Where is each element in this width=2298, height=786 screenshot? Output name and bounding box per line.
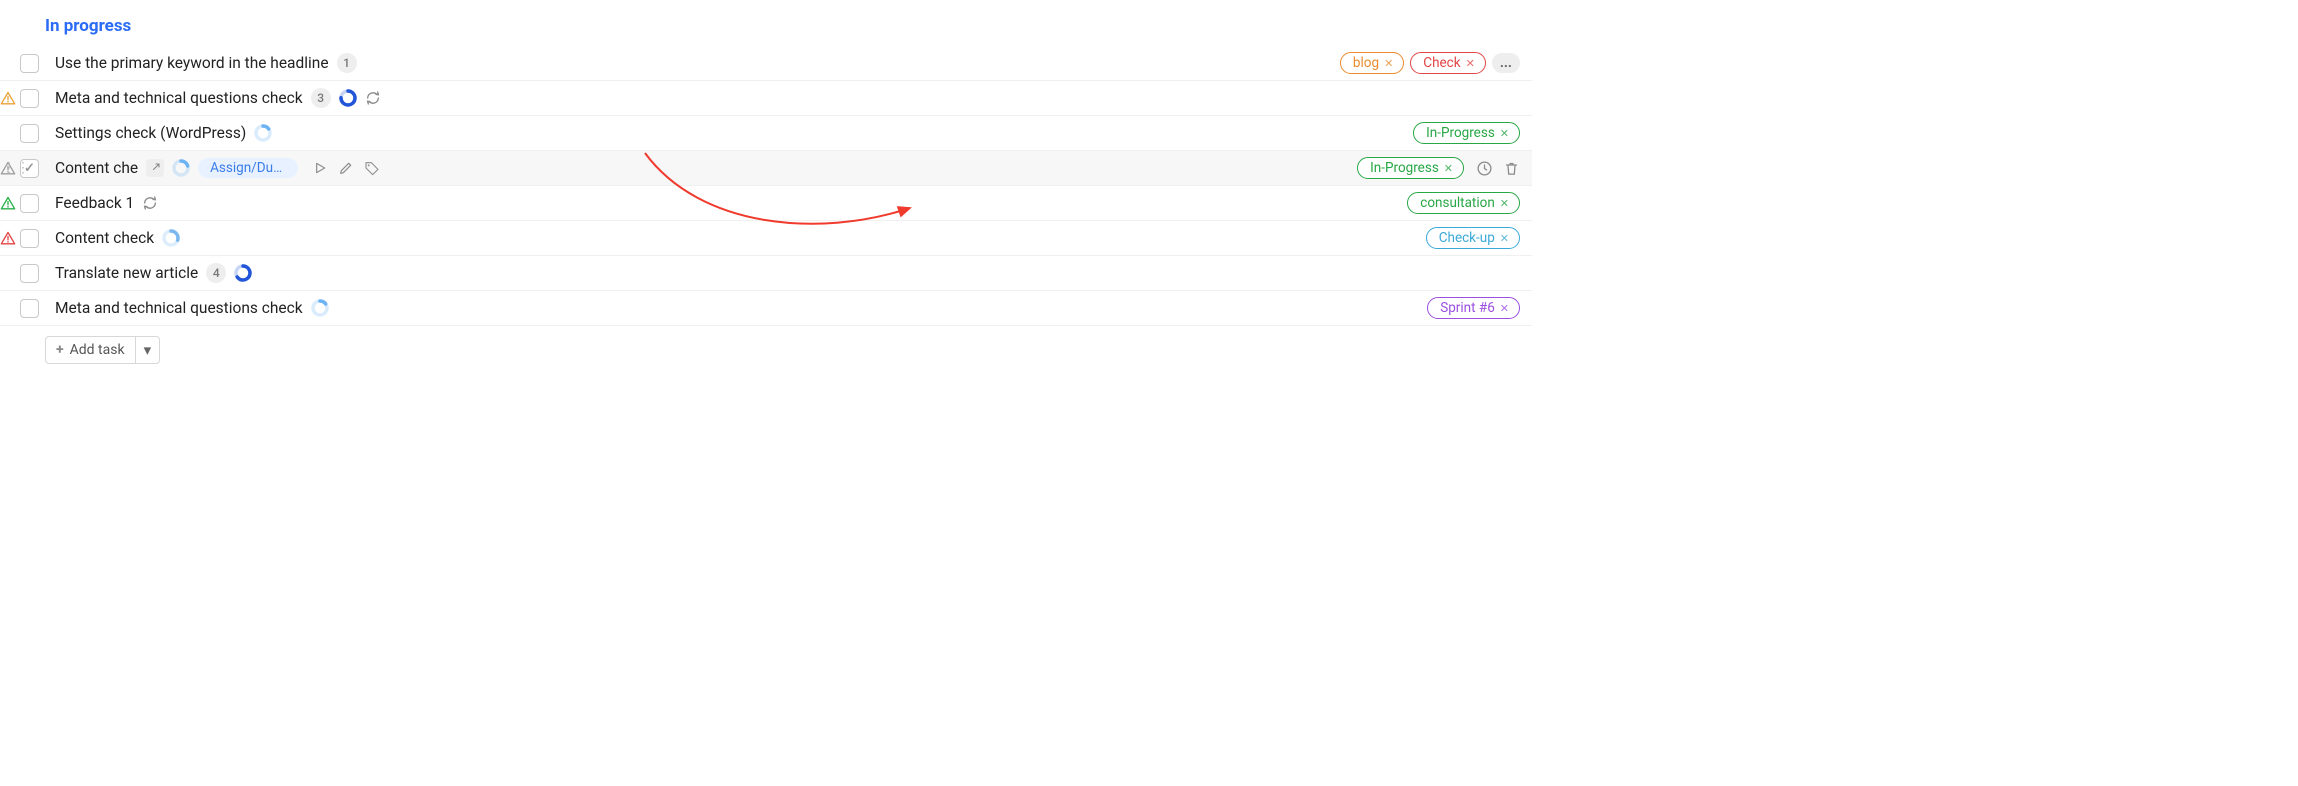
section-title[interactable]: In progress <box>0 10 1532 46</box>
clock-icon[interactable] <box>1476 160 1493 177</box>
task-row[interactable]: ⋮⋮ Content che Assign/Due... In-Progress ✕ <box>0 151 1532 186</box>
tag-pill[interactable]: In-Progress ✕ <box>1413 122 1520 144</box>
tag-label: blog <box>1353 55 1379 71</box>
tag-pill[interactable]: consultation ✕ <box>1407 192 1520 214</box>
task-row[interactable]: Feedback 1 consultation ✕ <box>0 186 1532 221</box>
trash-icon[interactable] <box>1503 160 1520 177</box>
add-task-button[interactable]: + Add task <box>46 337 135 363</box>
progress-icon <box>254 124 272 142</box>
tag-label: consultation <box>1420 195 1495 211</box>
add-task-button-group: + Add task ▾ <box>45 336 160 364</box>
progress-icon <box>339 89 357 107</box>
recur-icon <box>365 90 381 106</box>
task-checkbox[interactable] <box>20 124 39 143</box>
tag-pill[interactable]: In-Progress ✕ <box>1357 157 1464 179</box>
priority-icon <box>0 230 16 247</box>
task-title[interactable]: Use the primary keyword in the headline <box>55 54 329 72</box>
plus-icon: + <box>56 342 64 358</box>
add-task-dropdown[interactable]: ▾ <box>135 337 160 363</box>
task-title[interactable]: Content check <box>55 229 154 247</box>
tag-remove-icon[interactable]: ✕ <box>1500 302 1509 315</box>
task-checkbox[interactable] <box>20 54 39 73</box>
recur-icon <box>142 195 158 211</box>
tag-label: Check-up <box>1439 230 1495 246</box>
play-icon[interactable] <box>312 160 328 176</box>
tag-label: Sprint #6 <box>1440 300 1495 316</box>
progress-icon <box>234 264 252 282</box>
tag-label: Check <box>1423 55 1460 71</box>
add-task-label: Add task <box>70 342 125 358</box>
tag-remove-icon[interactable]: ✕ <box>1444 162 1453 175</box>
priority-icon <box>0 90 16 107</box>
tag-label: In-Progress <box>1426 125 1495 141</box>
tag-remove-icon[interactable]: ✕ <box>1500 127 1509 140</box>
task-title[interactable]: Settings check (WordPress) <box>55 124 246 142</box>
task-title[interactable]: Meta and technical questions check <box>55 89 303 107</box>
assign-due-pill[interactable]: Assign/Due... <box>198 158 298 178</box>
tag-pill[interactable]: Sprint #6 ✕ <box>1427 297 1520 319</box>
task-checkbox[interactable] <box>20 299 39 318</box>
task-row[interactable]: Meta and technical questions check Sprint… <box>0 291 1532 326</box>
task-row[interactable]: Translate new article 4 <box>0 256 1532 291</box>
priority-icon <box>0 195 16 212</box>
progress-icon <box>311 299 329 317</box>
tag-remove-icon[interactable]: ✕ <box>1466 57 1475 70</box>
open-link-icon[interactable] <box>149 162 161 174</box>
task-title[interactable]: Feedback 1 <box>55 194 134 212</box>
row-hover-actions <box>312 160 380 176</box>
drag-handle-icon[interactable]: ⋮⋮ <box>2 164 30 172</box>
tag-pill[interactable]: Check ✕ <box>1410 52 1486 74</box>
task-row[interactable]: Use the primary keyword in the headline 1… <box>0 46 1532 81</box>
progress-icon <box>172 159 190 177</box>
subtask-count-badge: 4 <box>206 263 226 283</box>
tag-label: In-Progress <box>1370 160 1439 176</box>
open-task-button[interactable] <box>146 159 164 177</box>
task-row[interactable]: Meta and technical questions check 3 <box>0 81 1532 116</box>
tag-pill[interactable]: blog ✕ <box>1340 52 1404 74</box>
task-checkbox[interactable] <box>20 264 39 283</box>
task-title[interactable]: Translate new article <box>55 264 198 282</box>
task-checkbox[interactable] <box>20 89 39 108</box>
task-checkbox[interactable] <box>20 229 39 248</box>
task-row[interactable]: Settings check (WordPress) In-Progress ✕ <box>0 116 1532 151</box>
task-title[interactable]: Meta and technical questions check <box>55 299 303 317</box>
task-row[interactable]: Content check Check-up ✕ <box>0 221 1532 256</box>
tag-remove-icon[interactable]: ✕ <box>1500 232 1509 245</box>
task-title[interactable]: Content che <box>55 159 138 177</box>
tag-icon[interactable] <box>364 160 380 176</box>
more-tags-button[interactable]: ... <box>1492 53 1520 73</box>
subtask-count-badge: 3 <box>311 88 331 108</box>
subtask-count-badge: 1 <box>337 53 357 73</box>
tag-pill[interactable]: Check-up ✕ <box>1426 227 1520 249</box>
progress-icon <box>162 229 180 247</box>
task-checkbox[interactable] <box>20 194 39 213</box>
tag-remove-icon[interactable]: ✕ <box>1384 57 1393 70</box>
edit-icon[interactable] <box>338 160 354 176</box>
tag-remove-icon[interactable]: ✕ <box>1500 197 1509 210</box>
add-task-row: + Add task ▾ <box>0 326 1532 374</box>
